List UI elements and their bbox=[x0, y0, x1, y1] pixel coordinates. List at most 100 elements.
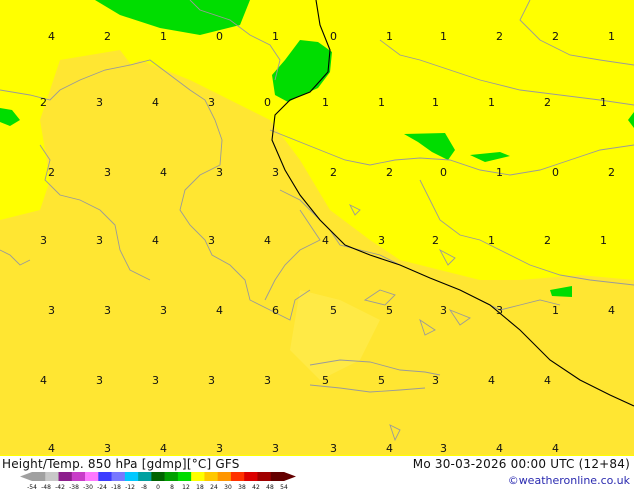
temperature-value: 3 bbox=[96, 374, 103, 387]
temperature-value: 1 bbox=[600, 234, 607, 247]
temperature-value: 4 bbox=[496, 442, 503, 455]
legend-arrow-left bbox=[20, 472, 32, 481]
temperature-value: 3 bbox=[440, 442, 447, 455]
temperature-value: 3 bbox=[216, 442, 223, 455]
temperature-value: 0 bbox=[330, 30, 337, 43]
legend-tick-label: 0 bbox=[156, 484, 160, 490]
legend-tick-label: -18 bbox=[111, 484, 121, 490]
legend-tick-label: 54 bbox=[280, 484, 288, 490]
temperature-value: 1 bbox=[272, 30, 279, 43]
temperature-value: 1 bbox=[432, 96, 439, 109]
temperature-value: 3 bbox=[96, 96, 103, 109]
weather-map: 4 2 1 0 1 0 1 1 2 2 1 2 3 4 3 0 1 1 1 1 2 1 2 3 4 3 3 2 2 0 1 0 2 3 3 4 3 4 4 3… bbox=[0, 0, 634, 456]
legend-tick-label: 42 bbox=[252, 484, 260, 490]
legend-tick-label: 18 bbox=[196, 484, 204, 490]
temperature-value: 1 bbox=[378, 96, 385, 109]
legend-swatch bbox=[111, 472, 126, 481]
temperature-value: 4 bbox=[40, 374, 47, 387]
legend-swatch bbox=[270, 472, 285, 481]
temperature-value: 5 bbox=[322, 374, 329, 387]
temperature-value: 1 bbox=[488, 234, 495, 247]
temperature-value: 2 bbox=[496, 30, 503, 43]
temperature-value: 3 bbox=[272, 166, 279, 179]
temperature-value: 5 bbox=[330, 304, 337, 317]
temperature-value: 2 bbox=[386, 166, 393, 179]
temperature-value: 4 bbox=[160, 166, 167, 179]
temperature-value: 3 bbox=[96, 234, 103, 247]
legend-tick-label: -24 bbox=[97, 484, 107, 490]
legend-swatch bbox=[204, 472, 218, 481]
temperature-value: 4 bbox=[152, 234, 159, 247]
legend-swatch bbox=[32, 472, 46, 481]
legend-swatch bbox=[58, 472, 73, 481]
temperature-value: 1 bbox=[496, 166, 503, 179]
legend-tick-label: 30 bbox=[224, 484, 232, 490]
legend-swatch bbox=[124, 472, 139, 481]
temperature-value: 2 bbox=[104, 30, 111, 43]
forecast-date: Mo 30-03-2026 00:00 UTC (12+84) bbox=[412, 457, 630, 471]
cold-patch-west bbox=[0, 108, 20, 126]
legend-tick-label: -30 bbox=[83, 484, 93, 490]
temperature-value: 2 bbox=[432, 234, 439, 247]
temperature-value: 3 bbox=[440, 304, 447, 317]
temperature-value: 4 bbox=[544, 374, 551, 387]
temperature-value: 3 bbox=[208, 96, 215, 109]
legend-tick-label: -48 bbox=[41, 484, 51, 490]
temperature-value: 0 bbox=[552, 166, 559, 179]
cold-patch-anatolia bbox=[470, 152, 510, 162]
legend-swatch bbox=[177, 472, 192, 481]
map-title: Height/Temp. 850 hPa [gdmp][°C] GFS bbox=[2, 457, 240, 471]
temperature-value: 4 bbox=[152, 96, 159, 109]
temperature-value: 1 bbox=[322, 96, 329, 109]
color-legend: -54 -48 -42 -38 -30 -24 -18 -12 -8 0 8 12 18 24 30 38 42… bbox=[20, 472, 296, 490]
temperature-value: 4 bbox=[264, 234, 271, 247]
cold-patch-east-edge bbox=[628, 112, 634, 128]
temperature-value: 4 bbox=[386, 442, 393, 455]
cold-patch-north bbox=[95, 0, 250, 35]
legend-swatch bbox=[230, 472, 245, 481]
temperature-value: 3 bbox=[378, 234, 385, 247]
map-footer: Height/Temp. 850 hPa [gdmp][°C] GFS Mo 3… bbox=[0, 456, 634, 490]
temperature-value: 0 bbox=[440, 166, 447, 179]
temperature-value: 3 bbox=[432, 374, 439, 387]
legend-swatch bbox=[257, 472, 272, 481]
legend-swatch bbox=[191, 472, 205, 481]
cold-patch-aegean bbox=[404, 133, 455, 160]
legend-tick-label: -8 bbox=[141, 484, 147, 490]
temperature-value: 4 bbox=[322, 234, 329, 247]
temperature-value: 3 bbox=[160, 304, 167, 317]
legend-swatch bbox=[85, 472, 99, 481]
legend-swatch bbox=[138, 472, 152, 481]
temperature-value: 3 bbox=[104, 166, 111, 179]
legend-swatch bbox=[164, 472, 179, 481]
temperature-value: 2 bbox=[544, 234, 551, 247]
temperature-value: 3 bbox=[496, 304, 503, 317]
temperature-value: 3 bbox=[40, 234, 47, 247]
legend-tick-label: 8 bbox=[170, 484, 174, 490]
temperature-value: 2 bbox=[608, 166, 615, 179]
temperature-value: 4 bbox=[48, 442, 55, 455]
map-canvas: 4 2 1 0 1 0 1 1 2 2 1 2 3 4 3 0 1 1 1 1 2 1 2 3 4 3 3 2 2 0 1 0 2 3 3 4 3 4 4 3… bbox=[0, 0, 634, 455]
temperature-value: 4 bbox=[608, 304, 615, 317]
temperature-value: 3 bbox=[208, 234, 215, 247]
temperature-value: 1 bbox=[386, 30, 393, 43]
temperature-value: 1 bbox=[440, 30, 447, 43]
temperature-value: 4 bbox=[552, 442, 559, 455]
cold-patch-center bbox=[272, 40, 332, 102]
legend-tick-label: 38 bbox=[238, 484, 246, 490]
temperature-value: 0 bbox=[216, 30, 223, 43]
temperature-value: 3 bbox=[216, 166, 223, 179]
temperature-value: 1 bbox=[600, 96, 607, 109]
temperature-value: 2 bbox=[48, 166, 55, 179]
temperature-value: 3 bbox=[104, 442, 111, 455]
temperature-value: 1 bbox=[552, 304, 559, 317]
temperature-value: 1 bbox=[608, 30, 615, 43]
temperature-value: 2 bbox=[544, 96, 551, 109]
legend-swatch bbox=[151, 472, 165, 481]
legend-tick-label: -38 bbox=[69, 484, 79, 490]
temperature-value: 3 bbox=[272, 442, 279, 455]
credit-link[interactable]: ©weatheronline.co.uk bbox=[508, 474, 630, 487]
legend-tick-label: 12 bbox=[182, 484, 190, 490]
legend-tick-label: 48 bbox=[266, 484, 274, 490]
legend-tick-label: 24 bbox=[210, 484, 218, 490]
